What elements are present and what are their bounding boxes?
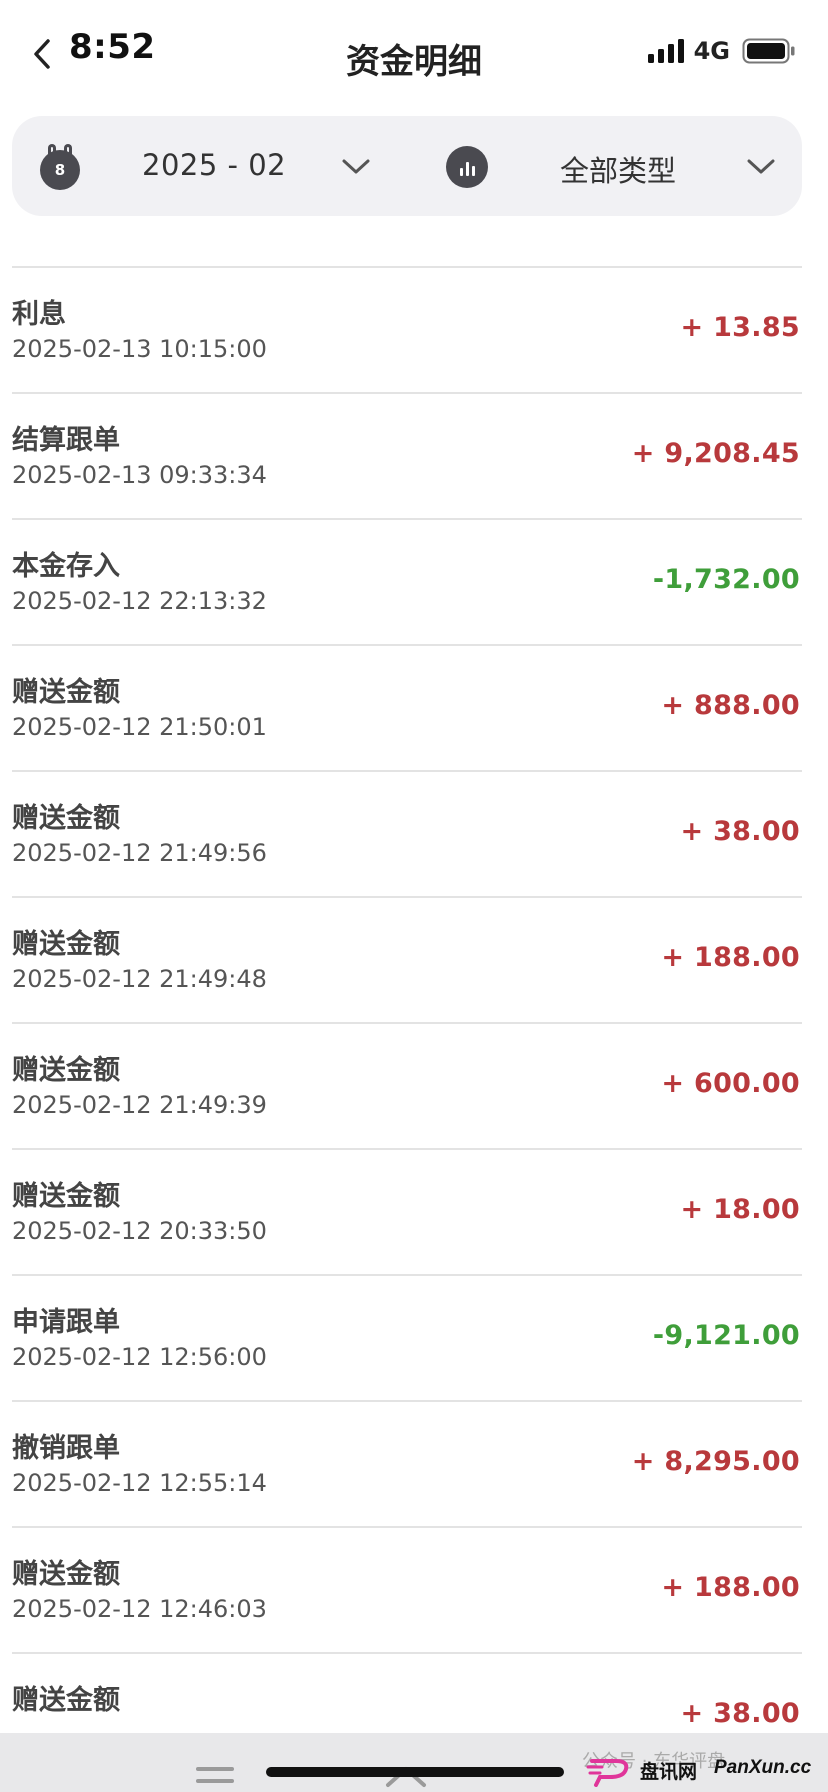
transaction-amount: -9,121.00 <box>652 1320 800 1351</box>
calendar-icon: 8 <box>40 144 82 190</box>
status-indicators: 4G <box>647 37 796 65</box>
transaction-list: 利息 2025-02-13 10:15:00 + 13.85 结算跟单 2025-02-… <box>12 266 802 1778</box>
month-value: 2025 - 02 <box>142 148 287 182</box>
transaction-time: 2025-02-12 21:50:01 <box>12 713 267 741</box>
transaction-type: 申请跟单 <box>12 1307 120 1338</box>
transaction-type: 赠送金额 <box>12 1685 120 1716</box>
transaction-row[interactable]: 结算跟单 2025-02-13 09:33:34 + 9,208.45 <box>12 392 802 518</box>
transaction-amount: + 188.00 <box>661 942 800 973</box>
transaction-type: 撤销跟单 <box>12 1433 120 1464</box>
transaction-time: 2025-02-13 09:33:34 <box>12 461 267 489</box>
transaction-type: 本金存入 <box>12 551 120 582</box>
transaction-amount: + 600.00 <box>661 1068 800 1099</box>
transaction-row[interactable]: 利息 2025-02-13 10:15:00 + 13.85 <box>12 266 802 392</box>
type-filter[interactable]: 全部类型 <box>446 144 776 190</box>
brand-url: PanXun.cc <box>714 1757 812 1778</box>
panxun-logo-icon <box>586 1759 629 1787</box>
network-type: 4G <box>693 37 730 65</box>
transaction-time: 2025-02-12 20:33:50 <box>12 1217 267 1245</box>
transaction-type: 结算跟单 <box>12 425 120 456</box>
transaction-amount: + 188.00 <box>661 1572 800 1603</box>
transaction-row[interactable]: 赠送金额 2025-02-12 20:33:50 + 18.00 <box>12 1148 802 1274</box>
transaction-amount: + 8,295.00 <box>631 1446 800 1477</box>
transaction-row[interactable]: 撤销跟单 2025-02-12 12:55:14 + 8,295.00 <box>12 1400 802 1526</box>
menu-icon[interactable] <box>196 1767 234 1787</box>
month-filter[interactable]: 8 2025 - 02 <box>40 144 380 190</box>
transaction-time: 2025-02-12 12:55:14 <box>12 1469 267 1497</box>
top-bar: 8:52 资金明细 4G <box>0 0 828 105</box>
transaction-amount: + 38.00 <box>680 1698 800 1729</box>
battery-icon <box>742 38 795 64</box>
transaction-time: 2025-02-12 21:49:39 <box>12 1091 267 1119</box>
transaction-time: 2025-02-12 12:46:03 <box>12 1595 267 1623</box>
type-value: 全部类型 <box>560 154 677 188</box>
transaction-type: 赠送金额 <box>12 803 120 834</box>
transaction-type: 赠送金额 <box>12 1181 120 1212</box>
transaction-time: 2025-02-12 21:49:56 <box>12 839 267 867</box>
home-indicator[interactable] <box>266 1767 564 1777</box>
transaction-amount: + 38.00 <box>680 816 800 847</box>
transaction-time: 2025-02-12 12:56:00 <box>12 1343 267 1371</box>
calendar-day: 8 <box>40 150 80 190</box>
chevron-down-icon <box>747 159 775 174</box>
transaction-row[interactable]: 申请跟单 2025-02-12 12:56:00 -9,121.00 <box>12 1274 802 1400</box>
transaction-time: 2025-02-12 21:49:48 <box>12 965 267 993</box>
transaction-amount: + 13.85 <box>680 312 800 343</box>
transaction-type: 赠送金额 <box>12 677 120 708</box>
transaction-row[interactable]: 赠送金额 2025-02-12 21:49:56 + 38.00 <box>12 770 802 896</box>
transaction-amount: + 9,208.45 <box>631 438 800 469</box>
transaction-type: 利息 <box>12 299 66 330</box>
bar-chart-icon <box>446 146 488 188</box>
transaction-row[interactable]: 赠送金额 2025-02-12 21:49:48 + 188.00 <box>12 896 802 1022</box>
brand-name: 盘讯网 <box>640 1761 698 1783</box>
transaction-time: 2025-02-13 10:15:00 <box>12 335 267 363</box>
bottom-navigation: 公众号 · 东华评盘 盘讯网 PanXun.cc <box>0 1733 828 1792</box>
transaction-row[interactable]: 赠送金额 2025-02-12 21:50:01 + 888.00 <box>12 644 802 770</box>
transaction-amount: -1,732.00 <box>652 564 800 595</box>
transaction-row[interactable]: 本金存入 2025-02-12 22:13:32 -1,732.00 <box>12 518 802 644</box>
transaction-amount: + 888.00 <box>661 690 800 721</box>
transaction-type: 赠送金额 <box>12 929 120 960</box>
signal-icon <box>647 39 684 63</box>
transaction-time: 2025-02-12 22:13:32 <box>12 587 267 615</box>
transaction-row[interactable]: 赠送金额 2025-02-12 12:46:03 + 188.00 <box>12 1526 802 1652</box>
filter-bar: 8 2025 - 02 全部类型 <box>12 116 802 216</box>
transaction-row[interactable]: 赠送金额 2025-02-12 21:49:39 + 600.00 <box>12 1022 802 1148</box>
transaction-amount: + 18.00 <box>680 1194 800 1225</box>
chevron-down-icon <box>342 159 370 174</box>
transaction-type: 赠送金额 <box>12 1559 120 1590</box>
transaction-type: 赠送金额 <box>12 1055 120 1086</box>
